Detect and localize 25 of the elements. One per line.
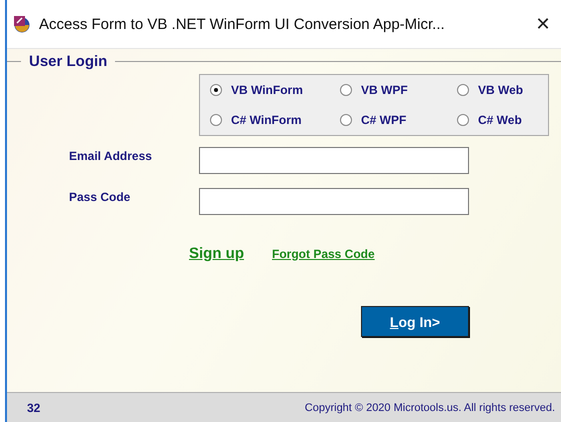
status-count: 32 (27, 400, 40, 414)
input-field[interactable] (199, 188, 469, 215)
radio-icon[interactable] (457, 84, 469, 96)
copyright-text: Copyright © 2020 Microtools.us. All rights reserved. (304, 402, 555, 414)
radio-icon[interactable] (210, 84, 222, 96)
radio-option[interactable]: C# Web (457, 113, 548, 127)
field-label: Pass Code (68, 189, 132, 204)
login-button[interactable]: Log In> (361, 306, 469, 337)
group-legend: User Login (21, 53, 116, 70)
radio-option[interactable]: C# WinForm (210, 113, 340, 127)
text-link[interactable]: Forgot Pass Code (272, 246, 375, 260)
radio-option[interactable]: VB Web (457, 83, 548, 97)
input-field[interactable] (199, 147, 469, 174)
radio-icon[interactable] (210, 114, 222, 126)
text-link[interactable]: Sign up (189, 245, 244, 262)
radio-icon[interactable] (457, 114, 469, 126)
field-label: Email Address (68, 148, 153, 163)
close-button[interactable]: ✕ (525, 13, 561, 35)
radio-icon[interactable] (340, 114, 352, 126)
radio-option[interactable]: VB WPF (340, 83, 457, 97)
window-title: Access Form to VB .NET WinForm UI Conversion App-Micr... (39, 16, 446, 32)
radio-option[interactable]: C# WPF (340, 113, 457, 127)
radio-icon[interactable] (340, 84, 352, 96)
app-icon (13, 15, 31, 33)
radio-option[interactable]: VB WinForm (210, 83, 340, 97)
